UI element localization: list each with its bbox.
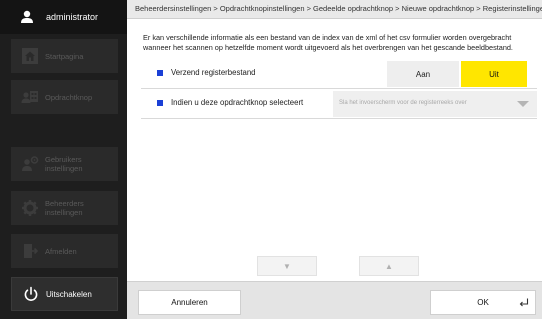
user-grid-icon	[21, 88, 39, 106]
bullet-marker	[157, 100, 163, 106]
sidebar: administrator Startpagina Opdrachtknop G…	[0, 0, 127, 319]
triangle-up-icon: ▲	[385, 261, 393, 271]
gear-icon	[21, 199, 39, 217]
setting-label: Indien u deze opdrachtknop selecteert	[171, 98, 304, 107]
divider	[141, 118, 537, 119]
sidebar-item-gebruikers-instellingen[interactable]: Gebruikers instellingen	[11, 147, 118, 181]
setting-row-when-selected: Indien u deze opdrachtknop selecteert Sl…	[141, 91, 537, 117]
scroll-down-button[interactable]: ▼	[257, 256, 317, 276]
divider	[141, 88, 537, 89]
chevron-down-icon	[517, 101, 529, 107]
sidebar-item-label: Afmelden	[45, 246, 77, 256]
breadcrumb: Beheerdersinstellingen > Opdrachtknopins…	[127, 0, 542, 19]
sidebar-item-label: Opdrachtknop	[45, 92, 93, 102]
sidebar-item-afmelden[interactable]: Afmelden	[11, 234, 118, 268]
footer-bar: Annuleren OK	[127, 281, 542, 319]
user-name: administrator	[46, 12, 99, 22]
when-selected-dropdown[interactable]: Sla het invoerscherm voor de registerree…	[333, 91, 537, 117]
cancel-button[interactable]: Annuleren	[138, 290, 241, 315]
toggle-uit-label: Uit	[489, 69, 499, 79]
ok-label: OK	[477, 298, 489, 307]
power-off-button[interactable]: Uitschakelen	[11, 277, 118, 311]
sidebar-item-startpagina[interactable]: Startpagina	[11, 39, 118, 73]
sidebar-item-label: Startpagina	[45, 51, 84, 61]
triangle-down-icon: ▼	[283, 261, 291, 271]
setting-row-register-file: Verzend registerbestand Aan Uit	[141, 61, 537, 87]
user-bar: administrator	[0, 0, 127, 34]
home-icon	[21, 47, 39, 65]
description-text: Er kan verschillende informatie als een …	[143, 33, 513, 52]
logout-icon	[21, 242, 39, 260]
bullet-marker	[157, 70, 163, 76]
power-icon	[22, 285, 40, 303]
toggle-aan-button[interactable]: Aan	[387, 61, 459, 87]
user-gear-icon	[21, 155, 39, 173]
sidebar-item-label: Beheerders instellingen	[45, 199, 84, 217]
cancel-label: Annuleren	[171, 298, 208, 307]
sidebar-item-label: Gebruikers instellingen	[45, 155, 83, 173]
toggle-aan-label: Aan	[415, 69, 431, 79]
power-off-label: Uitschakelen	[46, 289, 92, 299]
dropdown-value: Sla het invoerscherm voor de registerree…	[339, 100, 467, 106]
ok-button[interactable]: OK	[430, 290, 536, 315]
scroll-up-button[interactable]: ▲	[359, 256, 419, 276]
toggle-uit-button[interactable]: Uit	[461, 61, 527, 87]
main-panel: Beheerdersinstellingen > Opdrachtknopins…	[127, 0, 542, 319]
sidebar-item-beheerders-instellingen[interactable]: Beheerders instellingen	[11, 191, 118, 225]
setting-label: Verzend registerbestand	[171, 68, 256, 77]
sidebar-item-opdrachtknop[interactable]: Opdrachtknop	[11, 80, 118, 114]
enter-icon	[519, 298, 529, 309]
user-icon	[20, 10, 34, 24]
